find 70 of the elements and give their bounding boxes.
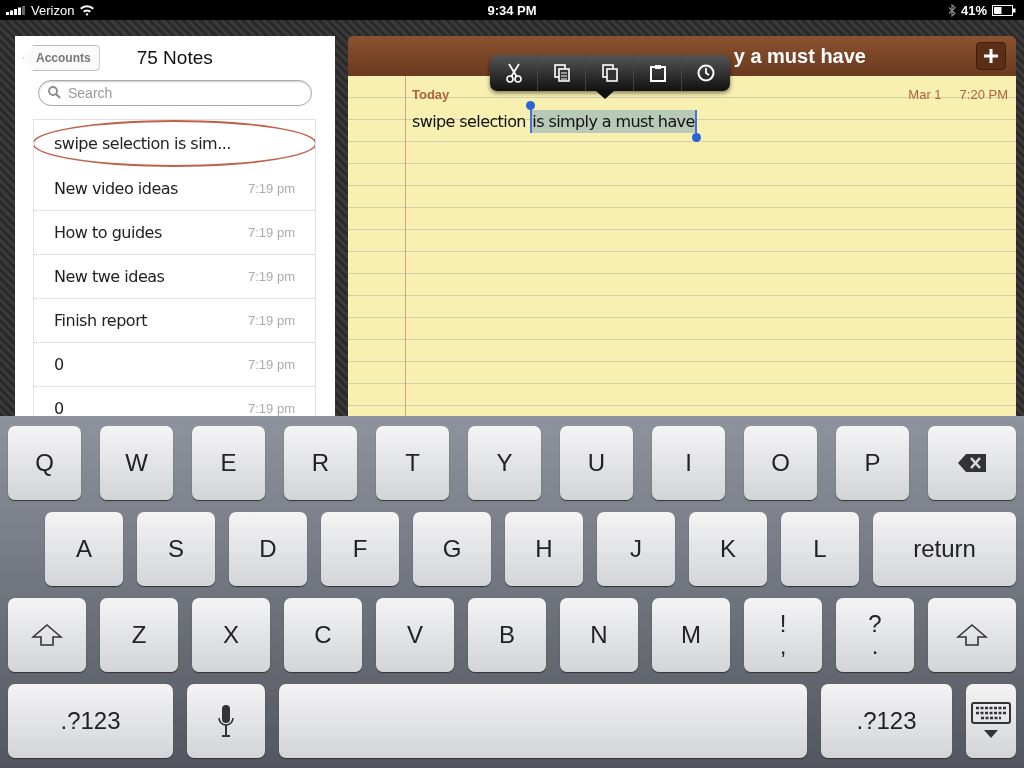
search-icon (48, 86, 61, 99)
shift-key[interactable] (928, 598, 1016, 672)
signal-icon (6, 5, 26, 15)
letter-key[interactable]: I (652, 426, 725, 500)
note-date: Mar 1 (908, 87, 942, 102)
note-list-item[interactable]: New video ideas 7:19 pm (34, 167, 315, 211)
battery-percent: 41% (960, 2, 987, 18)
shift-arrow-icon (956, 623, 988, 647)
letter-key[interactable]: J (597, 512, 675, 586)
numbers-key[interactable]: .?123 (8, 684, 173, 758)
note-list-item[interactable]: How to guides 7:19 pm (34, 211, 315, 255)
backspace-icon (957, 453, 987, 473)
letter-key[interactable]: X (192, 598, 270, 672)
shift-key[interactable] (8, 598, 86, 672)
search-field[interactable]: Search (38, 80, 312, 106)
letter-key[interactable]: H (505, 512, 583, 586)
return-key[interactable]: return (873, 512, 1016, 586)
scissors-icon (504, 63, 523, 83)
clock-time: 9:34 PM (487, 2, 537, 18)
note-list-item[interactable]: 0 7:19 pm (34, 343, 315, 387)
letter-key[interactable]: U (560, 426, 633, 500)
letter-key[interactable]: S (137, 512, 215, 586)
letter-key[interactable]: Q (8, 426, 81, 500)
keyboard-down-icon (971, 702, 1011, 740)
punctuation-key[interactable]: ? . (836, 598, 914, 672)
letter-key[interactable]: T (376, 426, 449, 500)
letter-key[interactable]: D (229, 512, 307, 586)
note-day: Today (412, 87, 450, 102)
letter-key[interactable]: C (284, 598, 362, 672)
letter-key[interactable]: Z (100, 598, 178, 672)
letter-key[interactable]: L (781, 512, 859, 586)
backspace-key[interactable] (928, 426, 1016, 500)
battery-icon (992, 4, 1016, 16)
copy-icon (601, 64, 618, 82)
letter-key[interactable]: N (560, 598, 638, 672)
letter-key[interactable]: P (836, 426, 909, 500)
letter-key[interactable]: O (744, 426, 817, 500)
copy-icon (553, 64, 570, 82)
wifi-icon (79, 4, 96, 16)
letter-key[interactable]: B (468, 598, 546, 672)
letter-key[interactable]: V (376, 598, 454, 672)
letter-key[interactable]: R (284, 426, 357, 500)
clock-icon (697, 64, 715, 82)
note-list-item[interactable]: New twe ideas 7:19 pm (34, 255, 315, 299)
letter-key[interactable]: F (321, 512, 399, 586)
note-time: 7:20 PM (959, 87, 1008, 102)
letter-key[interactable]: G (413, 512, 491, 586)
letter-key[interactable]: W (100, 426, 173, 500)
add-note-button[interactable] (976, 42, 1006, 70)
letter-key[interactable]: E (192, 426, 265, 500)
letter-key[interactable]: A (45, 512, 123, 586)
notes-count-title: 75 Notes (136, 47, 213, 69)
note-body-text[interactable]: swipe selection is simply a must have (412, 102, 705, 141)
punctuation-key[interactable]: ! , (744, 598, 822, 672)
dictation-key[interactable] (187, 684, 265, 758)
shift-arrow-icon (31, 623, 63, 647)
microphone-icon (218, 704, 234, 738)
note-list-item[interactable]: swipe selection is sim... (34, 120, 315, 167)
plus-icon (984, 49, 998, 63)
letter-key[interactable]: K (689, 512, 767, 586)
letter-key[interactable]: M (652, 598, 730, 672)
clipboard-icon (649, 64, 666, 82)
carrier-name: Verizon (31, 2, 75, 18)
bluetooth-icon (947, 3, 956, 17)
hide-keyboard-key[interactable] (966, 684, 1016, 758)
numbers-key[interactable]: .?123 (821, 684, 952, 758)
note-title: y a must have (733, 44, 866, 68)
accounts-back-button[interactable]: Accounts (23, 45, 100, 71)
note-list-item[interactable]: Finish report 7:19 pm (34, 299, 315, 343)
letter-key[interactable]: Y (468, 426, 541, 500)
